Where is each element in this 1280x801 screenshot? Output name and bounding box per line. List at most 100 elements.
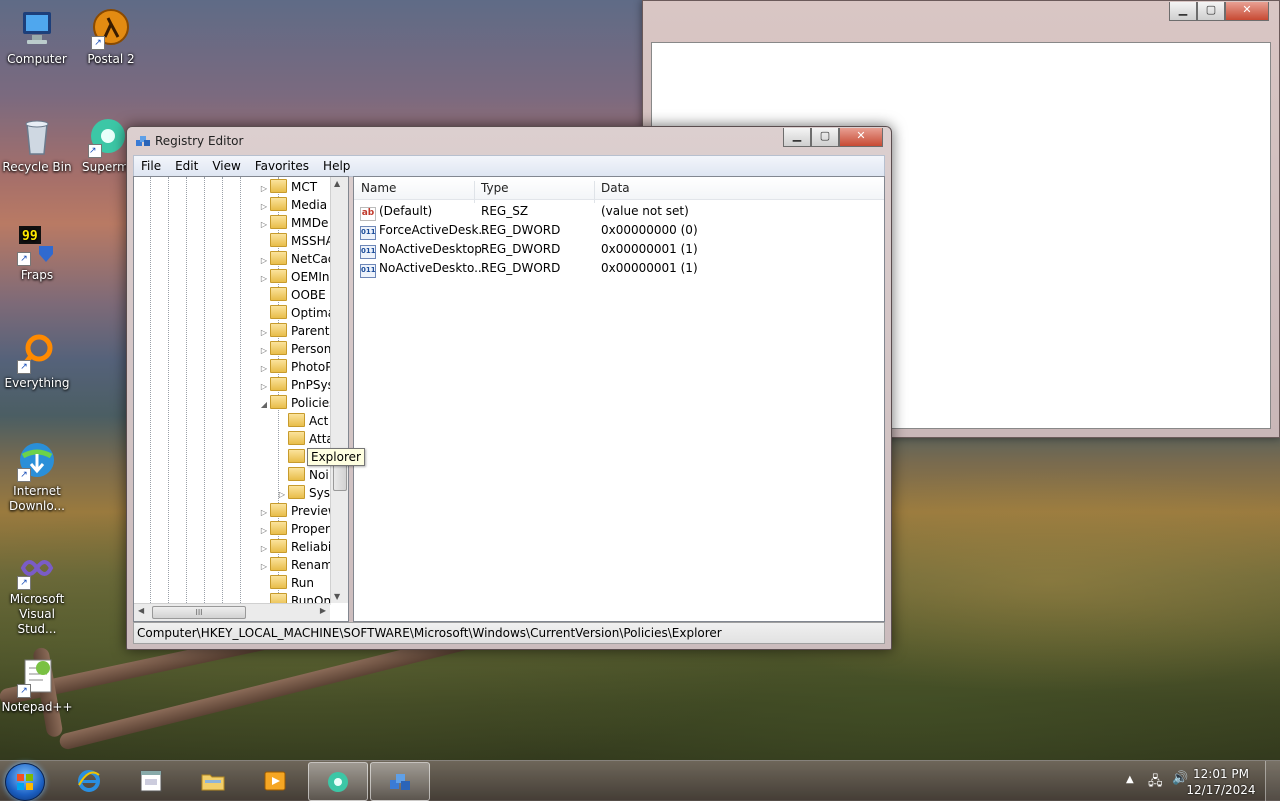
taskbar-media-player[interactable] (246, 762, 304, 799)
close-button[interactable]: ✕ (1225, 2, 1269, 21)
desktop-icon-label: Supermi (82, 160, 130, 174)
tree-item[interactable]: ▷ PhotoP (258, 358, 332, 376)
registry-key-tree[interactable]: ▷ MCT ▷ Media ▷ MMDe MSSHA ▷ NetCac ▷ OEMIn OOBE Opt… (133, 176, 349, 622)
tree-item[interactable]: OOBE (258, 286, 326, 304)
tree-item[interactable]: MSSHA (258, 232, 334, 250)
desktop-icon-fraps[interactable]: 99 ↗ Fraps (0, 224, 74, 283)
maximize-icon: ▢ (819, 129, 831, 142)
svg-text:99: 99 (22, 229, 38, 244)
close-button[interactable]: ✕ (839, 128, 883, 147)
column-separator[interactable] (594, 181, 595, 203)
tree-item[interactable]: ◢ Policies (258, 394, 335, 412)
tree-item[interactable]: ▷ MMDe (258, 214, 328, 232)
tree-item-label: MMDe (291, 216, 329, 230)
taskbar-internet-explorer[interactable] (60, 762, 118, 799)
tree-item[interactable]: ▷ PnPSys (258, 376, 334, 394)
start-button[interactable] (5, 763, 45, 801)
menu-file[interactable]: File (134, 159, 168, 173)
folder-icon (270, 305, 287, 319)
idm-globe-icon: ↗ (17, 440, 57, 482)
maximize-button[interactable]: ▢ (811, 128, 839, 147)
value-name: ForceActiveDesk... (379, 223, 490, 237)
taskbar-supermium[interactable] (308, 762, 368, 801)
folder-icon (270, 521, 287, 535)
column-header-type[interactable]: Type (481, 181, 509, 195)
column-header-name[interactable]: Name (361, 181, 396, 195)
desktop-icon-everything[interactable]: ↗ Everything (0, 332, 74, 391)
tree-item[interactable]: ▷ Preview (258, 502, 338, 520)
tree-item-label: Renam (291, 558, 333, 572)
desktop-icon-internet-download-manager[interactable]: ↗ Internet Downlo... (0, 440, 74, 514)
tree-item[interactable]: ▷ Parenta (258, 322, 337, 340)
minimize-button[interactable]: ▁ (783, 128, 811, 147)
tree-item[interactable]: Run (258, 574, 314, 592)
registry-editor-window[interactable]: Registry Editor ▁ ▢ ✕ File Edit View Fav… (126, 126, 892, 650)
scroll-left-icon[interactable]: ◀ (138, 606, 144, 615)
half-life-lambda-icon: ↗ (91, 8, 131, 50)
desktop-icon-recycle-bin[interactable]: Recycle Bin (0, 116, 74, 175)
tree-item[interactable]: ▷ Renam (258, 556, 333, 574)
collapse-arrow-icon[interactable]: ◢ (258, 396, 270, 414)
maximize-button[interactable]: ▢ (1197, 2, 1225, 21)
tree-item[interactable]: ▷ Person (258, 340, 331, 358)
tree-item[interactable]: Atta (276, 430, 334, 448)
column-header-data[interactable]: Data (601, 181, 630, 195)
tree-item-label: MSSHA (291, 234, 334, 248)
tree-item[interactable]: Noi (276, 466, 329, 484)
desktop-icon-visual-studio[interactable]: ↗ Microsoft Visual Stud... (0, 548, 74, 637)
registry-value-row[interactable]: 011 ForceActiveDesk... REG_DWORD 0x00000000… (354, 221, 884, 240)
show-desktop-button[interactable] (1265, 761, 1280, 801)
folder-icon (270, 287, 287, 301)
media-play-icon (264, 771, 286, 791)
shortcut-arrow-icon: ↗ (17, 252, 31, 266)
minimize-button[interactable]: ▁ (1169, 2, 1197, 21)
scroll-right-icon[interactable]: ▶ (320, 606, 326, 615)
column-separator[interactable] (474, 181, 475, 203)
desktop-icon-notepad-plus-plus[interactable]: ↗ Notepad++ (0, 656, 74, 715)
folder-icon (270, 215, 287, 229)
binary-value-icon: 011 (360, 264, 376, 278)
tree-item[interactable]: ▷ OEMIn (258, 268, 330, 286)
tree-item[interactable]: Optima (258, 304, 335, 322)
taskbar-app-window[interactable] (122, 762, 180, 799)
tree-item[interactable]: Act (276, 412, 328, 430)
tree-item[interactable]: ▷ Media (258, 196, 327, 214)
tree-item-label: Act (309, 414, 329, 428)
menu-help[interactable]: Help (316, 159, 357, 173)
chevron-up-icon[interactable]: ▲ (1126, 774, 1134, 785)
shortcut-arrow-icon: ↗ (17, 576, 31, 590)
scroll-down-icon[interactable]: ▼ (334, 592, 340, 601)
folder-icon (288, 449, 305, 463)
registry-value-row[interactable]: ab (Default) REG_SZ (value not set) (354, 202, 884, 221)
tree-item[interactable]: ▷ NetCac (258, 250, 334, 268)
network-icon[interactable]: 🖧 (1148, 772, 1163, 794)
menu-favorites[interactable]: Favorites (248, 159, 316, 173)
desktop-icon-computer[interactable]: Computer (0, 8, 74, 67)
tree-vertical-scrollbar[interactable]: ▲ ▼ (330, 177, 348, 603)
menu-edit[interactable]: Edit (168, 159, 205, 173)
taskbar-registry-editor[interactable] (370, 762, 430, 801)
folder-icon (270, 503, 287, 517)
tree-horizontal-scrollbar[interactable]: ◀ III ▶ (134, 603, 330, 621)
tree-horizontal-scroll-thumb[interactable]: III (152, 606, 246, 619)
tree-item-label: PhotoP (291, 360, 333, 374)
desktop-icon-label: Notepad++ (1, 700, 73, 714)
title-bar[interactable]: Registry Editor ▁ ▢ ✕ (127, 127, 891, 155)
system-tray: ▲ 🖧 🔊 12:01 PM 12/17/2024 (1080, 761, 1280, 801)
tree-item[interactable]: ▷ Proper (258, 520, 330, 538)
scroll-up-icon[interactable]: ▲ (334, 179, 340, 188)
tree-item[interactable]: ▷ Reliabi (258, 538, 331, 556)
folder-icon (201, 774, 225, 791)
desktop-icon-supermium[interactable]: ↗ Supermi (74, 116, 130, 175)
taskbar-windows-explorer[interactable] (184, 762, 242, 799)
tree-item[interactable]: ▷ MCT (258, 178, 317, 196)
value-name-cell: ab (Default) (360, 202, 432, 221)
registry-value-row[interactable]: 011 NoActiveDeskto... REG_DWORD 0x00000001 … (354, 259, 884, 278)
menu-view[interactable]: View (205, 159, 247, 173)
desktop-icon-postal-2[interactable]: ↗ Postal 2 (74, 8, 148, 67)
value-data-cell: 0x00000001 (1) (601, 261, 698, 275)
tree-item[interactable]: ▷ Sys (276, 484, 330, 502)
registry-values-list[interactable]: Name Type Data ab (Default) REG_SZ (value n… (353, 176, 885, 622)
registry-value-row[interactable]: 011 NoActiveDesktop REG_DWORD 0x00000001 (1… (354, 240, 884, 259)
taskbar-clock[interactable]: 12:01 PM 12/17/2024 (1186, 766, 1256, 798)
